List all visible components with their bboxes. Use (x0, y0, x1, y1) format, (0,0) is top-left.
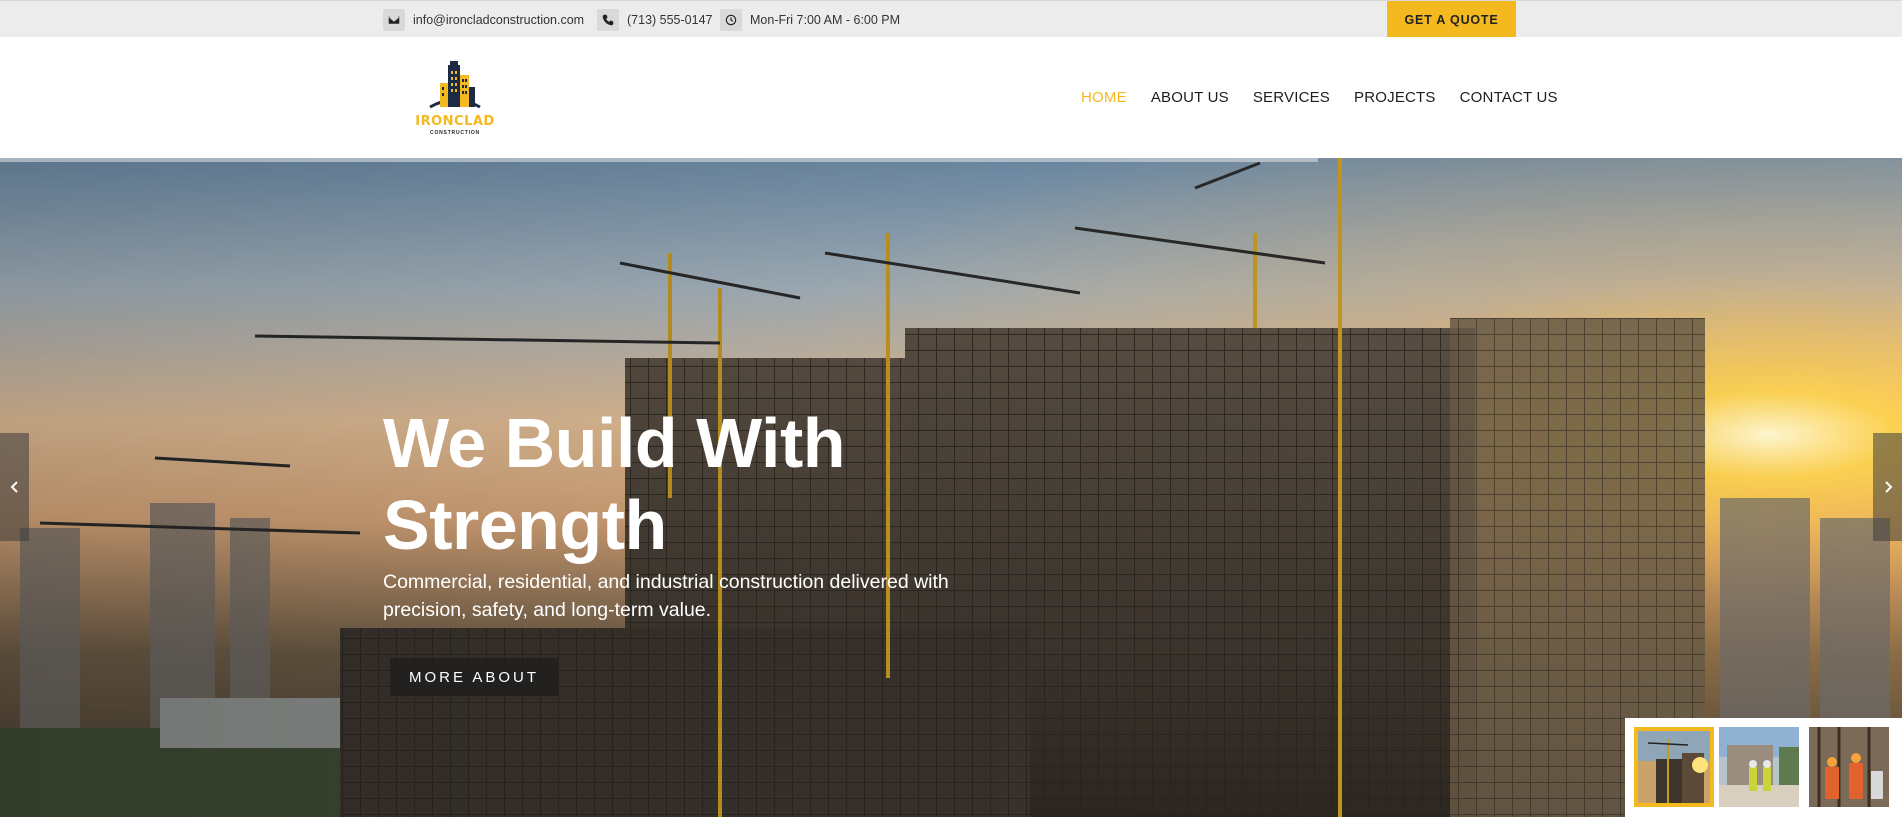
slide-thumbnail-1[interactable] (1634, 727, 1714, 807)
construction-thumbnail-image (1638, 731, 1710, 803)
hero-overlay (0, 158, 1902, 817)
hero-slider: We Build With Strength Commercial, resid… (0, 158, 1902, 817)
email-contact[interactable]: info@ironcladconstruction.com (383, 9, 584, 31)
phone-text[interactable]: (713) 555-0147 (627, 13, 712, 27)
get-a-quote-button[interactable]: GET A QUOTE (1387, 1, 1516, 38)
slide-thumbnail-2[interactable] (1719, 727, 1799, 807)
more-about-button[interactable]: MORE ABOUT (390, 658, 558, 696)
envelope-icon (383, 9, 405, 31)
nav-contact-us[interactable]: CONTACT US (1460, 89, 1558, 106)
top-bar: info@ironcladconstruction.com (713) 555-… (0, 0, 1902, 38)
site-header: IRONCLAD CONSTRUCTION HOME ABOUT US SERV… (0, 37, 1902, 158)
prev-slide-button[interactable] (0, 433, 29, 541)
hours-text: Mon-Fri 7:00 AM - 6:00 PM (750, 13, 901, 27)
logo[interactable]: IRONCLAD CONSTRUCTION (410, 59, 500, 139)
hero-title-line-1: We Build With (383, 404, 846, 482)
phone-icon (597, 9, 619, 31)
slide-progress-bar (0, 158, 1318, 162)
slide-thumbnail-3[interactable] (1809, 727, 1889, 807)
hero-title-line-2: Strength (383, 486, 667, 564)
main-nav: HOME ABOUT US SERVICES PROJECTS CONTACT … (1081, 89, 1558, 106)
phone-contact[interactable]: (713) 555-0147 (597, 9, 712, 31)
chevron-left-icon (10, 481, 18, 493)
nav-about-us[interactable]: ABOUT US (1151, 89, 1229, 106)
hours-info: Mon-Fri 7:00 AM - 6:00 PM (720, 9, 900, 31)
clock-icon (720, 9, 742, 31)
logo-tagline: CONSTRUCTION (430, 130, 480, 136)
hero-title: We Build With Strength (383, 402, 943, 566)
logo-wordmark: IRONCLAD (415, 114, 495, 129)
hero-subtitle-line-2: precision, safety, and long-term value. (383, 599, 712, 621)
chevron-right-icon (1884, 481, 1892, 493)
slide-thumbnails (1625, 718, 1902, 817)
engineers-thumbnail-image (1809, 727, 1889, 807)
workers-thumbnail-image (1719, 727, 1799, 807)
building-logo-icon (429, 61, 481, 109)
email-text[interactable]: info@ironcladconstruction.com (413, 13, 584, 27)
nav-services[interactable]: SERVICES (1253, 89, 1330, 106)
nav-home[interactable]: HOME (1081, 89, 1127, 106)
nav-projects[interactable]: PROJECTS (1354, 89, 1436, 106)
next-slide-button[interactable] (1873, 433, 1902, 541)
hero-subtitle-line-1: Commercial, residential, and industrial … (383, 571, 949, 593)
hero-subtitle: Commercial, residential, and industrial … (383, 568, 1023, 624)
